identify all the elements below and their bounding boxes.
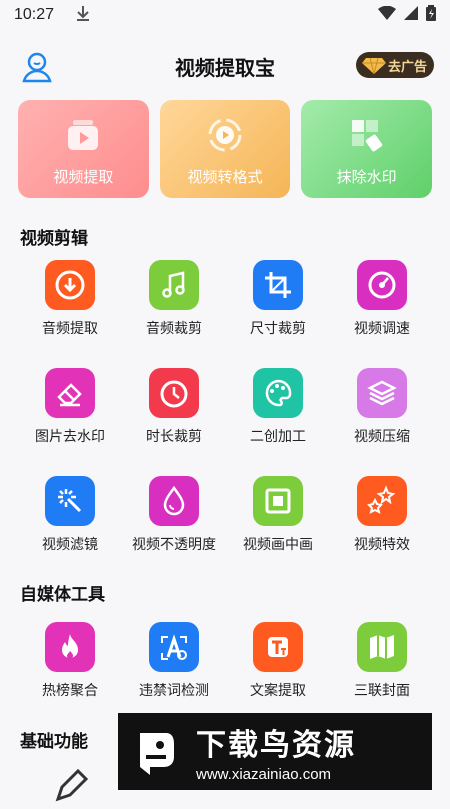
tool-video-filter[interactable]: 视频滤镜 — [18, 470, 122, 578]
card-video-convert[interactable]: 视频转格式 — [159, 100, 291, 198]
tool-video-opacity[interactable]: 视频不透明度 — [122, 470, 226, 578]
download-circle-icon — [45, 260, 95, 310]
status-time: 10:27 — [14, 6, 55, 23]
video-edit-grid: 音频提取 音频裁剪 尺寸裁剪 视频调速 图片去水印 时长裁剪 二创加工 视频压缩… — [18, 254, 434, 578]
eraser-icon — [45, 368, 95, 418]
tool-image-watermark[interactable]: 图片去水印 — [18, 362, 122, 470]
tool-hot-list[interactable]: 热榜聚合 — [18, 616, 122, 724]
tool-label: 视频不透明度 — [132, 537, 216, 553]
tool-label: 三联封面 — [354, 683, 410, 699]
drop-icon — [149, 476, 199, 526]
tool-triple-cover[interactable]: 三联封面 — [330, 616, 434, 724]
card-video-extract[interactable]: 视频提取 — [18, 100, 149, 198]
feature-cards: 视频提取 视频转格式 抹除水印 — [18, 100, 433, 198]
watermark-url: www.xiazainiao.com — [196, 766, 332, 783]
remove-ads-label: 去广告 — [388, 59, 428, 75]
tool-label: 违禁词检测 — [139, 683, 209, 699]
speed-dial-icon — [357, 260, 407, 310]
tool-remix[interactable]: 二创加工 — [226, 362, 330, 470]
magic-wand-icon — [45, 476, 95, 526]
tool-video-compress[interactable]: 视频压缩 — [330, 362, 434, 470]
tool-banned-words[interactable]: 违禁词检测 — [122, 616, 226, 724]
section-title-video-edit: 视频剪辑 — [20, 229, 88, 249]
tool-picture-in-picture[interactable]: 视频画中画 — [226, 470, 330, 578]
battery-icon — [426, 5, 436, 25]
tool-label: 音频裁剪 — [146, 321, 202, 337]
bird-logo-icon — [126, 720, 188, 783]
map-fold-icon — [357, 622, 407, 672]
card-label: 视频提取 — [53, 168, 114, 186]
tool-audio-extract[interactable]: 音频提取 — [18, 254, 122, 362]
tool-label: 视频特效 — [354, 537, 410, 553]
tool-label: 视频滤镜 — [42, 537, 98, 553]
tool-video-effects[interactable]: 视频特效 — [330, 470, 434, 578]
flame-icon — [45, 622, 95, 672]
media-tools-grid: 热榜聚合 违禁词检测 文案提取 三联封面 — [18, 616, 434, 724]
convert-icon — [204, 114, 246, 156]
download-icon — [76, 5, 90, 25]
app-header: 视频提取宝 去广告 — [0, 44, 450, 88]
tool-size-crop[interactable]: 尺寸裁剪 — [226, 254, 330, 362]
section-title-basic: 基础功能 — [20, 732, 88, 752]
tool-label: 尺寸裁剪 — [250, 321, 306, 337]
palette-icon — [253, 368, 303, 418]
text-t-icon — [253, 622, 303, 672]
tool-audio-trim[interactable]: 音频裁剪 — [122, 254, 226, 362]
card-label: 抹除水印 — [336, 168, 397, 186]
card-remove-watermark[interactable]: 抹除水印 — [301, 100, 433, 198]
tool-label: 视频画中画 — [243, 537, 313, 553]
tool-label: 二创加工 — [250, 429, 306, 445]
crop-icon — [253, 260, 303, 310]
music-note-icon — [149, 260, 199, 310]
tool-label: 视频压缩 — [354, 429, 410, 445]
video-play-icon — [62, 114, 104, 156]
tool-label: 时长裁剪 — [146, 429, 202, 445]
remove-ads-button[interactable]: 去广告 — [356, 52, 434, 78]
diamond-icon — [362, 56, 386, 75]
tool-video-speed[interactable]: 视频调速 — [330, 254, 434, 362]
signal-icon — [404, 6, 418, 24]
tool-label: 图片去水印 — [35, 429, 105, 445]
wifi-icon — [378, 5, 396, 24]
scan-a-icon — [149, 622, 199, 672]
tool-label: 视频调速 — [354, 321, 410, 337]
watermark-title: 下载鸟资源 — [196, 728, 356, 763]
eraser-icon — [346, 114, 388, 156]
pencil-icon[interactable] — [46, 765, 96, 805]
picture-in-picture-icon — [253, 476, 303, 526]
status-bar: 10:27 — [0, 0, 450, 30]
tool-text-extract[interactable]: 文案提取 — [226, 616, 330, 724]
section-title-media-tools: 自媒体工具 — [20, 585, 105, 605]
tool-label: 文案提取 — [250, 683, 306, 699]
layers-icon — [357, 368, 407, 418]
tool-duration-trim[interactable]: 时长裁剪 — [122, 362, 226, 470]
watermark-banner: 下载鸟资源 www.xiazainiao.com — [118, 713, 432, 790]
tool-label: 音频提取 — [42, 321, 98, 337]
stars-icon — [357, 476, 407, 526]
tool-label: 热榜聚合 — [42, 683, 98, 699]
card-label: 视频转格式 — [187, 168, 263, 186]
clock-icon — [149, 368, 199, 418]
